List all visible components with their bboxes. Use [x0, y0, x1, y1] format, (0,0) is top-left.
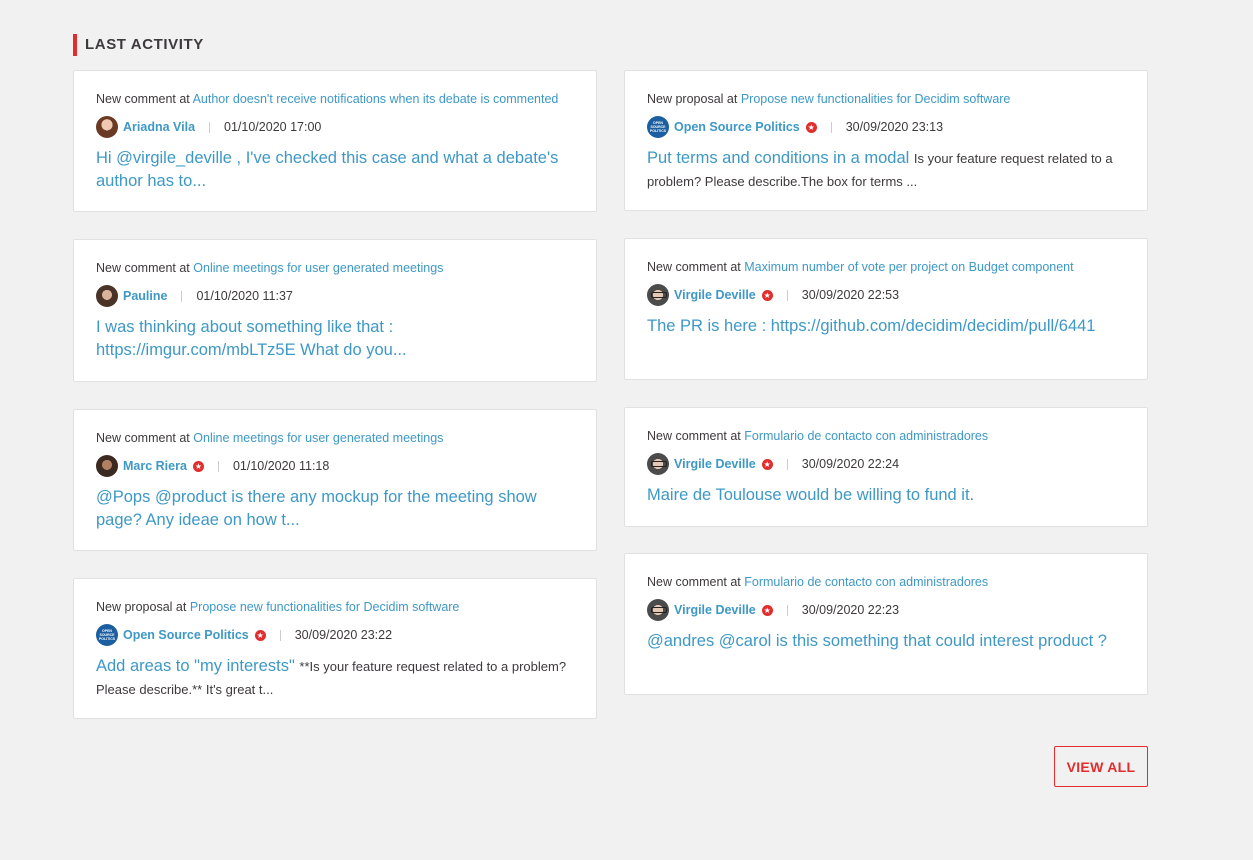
resource-link[interactable]: Propose new functionalities for Decidim … [741, 92, 1011, 106]
activity-type-label: New comment at [647, 575, 741, 589]
section-title: LAST ACTIVITY [73, 34, 204, 56]
activity-card: New proposal at Propose new functionalit… [624, 70, 1148, 211]
author-meta: OPEN SOURCE POLITICS Open Source Politic… [96, 623, 574, 647]
verified-badge-icon: ★ [761, 289, 773, 301]
activity-card: New comment at Maximum number of vote pe… [624, 238, 1148, 380]
view-all-button[interactable]: VIEW ALL [1054, 746, 1148, 787]
activity-type: New comment at Online meetings for user … [96, 260, 574, 276]
resource-link[interactable]: Online meetings for user generated meeti… [193, 431, 443, 445]
activity-card: New comment at Author doesn't receive no… [73, 70, 597, 212]
resource-link[interactable]: Propose new functionalities for Decidim … [190, 600, 460, 614]
verified-badge-icon: ★ [761, 604, 773, 616]
activity-type-label: New comment at [647, 429, 741, 443]
resource-link[interactable]: Author doesn't receive notifications whe… [193, 92, 559, 106]
avatar[interactable] [96, 455, 118, 477]
activity-type: New proposal at Propose new functionalit… [96, 599, 574, 615]
divider [209, 121, 211, 133]
verified-badge-icon: ★ [761, 458, 773, 470]
activity-title[interactable]: Add areas to "my interests" [96, 657, 295, 675]
author-name[interactable]: Virgile Deville [674, 288, 756, 302]
author-name[interactable]: Virgile Deville [674, 603, 756, 617]
activity-type: New comment at Formulario de contacto co… [647, 574, 1125, 590]
divider [786, 604, 788, 616]
author-meta: Pauline 01/10/2020 11:37 [96, 284, 574, 308]
activity-title: Hi @virgile_deville , I've checked this … [96, 149, 559, 190]
activity-date: 30/09/2020 23:13 [845, 120, 944, 134]
author-name[interactable]: Virgile Deville [674, 457, 756, 471]
activity-date: 01/10/2020 11:37 [196, 289, 293, 303]
activity-type: New comment at Author doesn't receive no… [96, 91, 574, 107]
activity-content-link[interactable]: Maire de Toulouse would be willing to fu… [647, 484, 1125, 507]
author-name[interactable]: Open Source Politics [674, 120, 800, 134]
activity-date: 30/09/2020 23:22 [294, 628, 393, 642]
activity-type: New comment at Formulario de contacto co… [647, 428, 1125, 444]
activity-title: @Pops @product is there any mockup for t… [96, 488, 537, 529]
verified-badge-icon: ★ [192, 460, 204, 472]
author-meta: Virgile Deville ★ 30/09/2020 22:23 [647, 598, 1125, 622]
verified-badge-icon: ★ [254, 629, 266, 641]
activity-type: New comment at Maximum number of vote pe… [647, 259, 1125, 275]
activity-date: 01/10/2020 11:18 [232, 459, 330, 473]
resource-link[interactable]: Maximum number of vote per project on Bu… [744, 260, 1073, 274]
activity-date: 30/09/2020 22:23 [801, 603, 900, 617]
activity-body: Add areas to "my interests" **Is your fe… [96, 655, 574, 701]
organization-logo-text: OPEN SOURCE POLITICS [649, 121, 667, 133]
activity-title: Maire de Toulouse would be willing to fu… [647, 486, 975, 504]
activity-type: New comment at Online meetings for user … [96, 430, 574, 446]
avatar[interactable] [647, 284, 669, 306]
author-meta: Virgile Deville ★ 30/09/2020 22:24 [647, 452, 1125, 476]
author-name[interactable]: Open Source Politics [123, 628, 249, 642]
author-name[interactable]: Pauline [123, 289, 167, 303]
activity-content-link[interactable]: I was thinking about something like that… [96, 316, 574, 362]
divider [830, 121, 832, 133]
activity-card: New proposal at Propose new functionalit… [73, 578, 597, 719]
activity-title[interactable]: Put terms and conditions in a modal [647, 149, 909, 167]
activity-type-label: New proposal at [647, 92, 738, 106]
divider [786, 458, 788, 470]
verified-badge-icon: ★ [805, 121, 817, 133]
activity-content-link[interactable]: The PR is here : https://github.com/deci… [647, 315, 1125, 338]
resource-link[interactable]: Formulario de contacto con administrador… [744, 429, 988, 443]
divider [279, 629, 281, 641]
organization-logo-text: OPEN SOURCE POLITICS [98, 629, 116, 641]
avatar[interactable] [647, 453, 669, 475]
divider [786, 289, 788, 301]
activity-type-label: New comment at [647, 260, 741, 274]
activity-date: 30/09/2020 22:53 [801, 288, 900, 302]
author-name[interactable]: Marc Riera [123, 459, 187, 473]
activity-card: New comment at Formulario de contacto co… [624, 553, 1148, 695]
avatar[interactable] [96, 285, 118, 307]
activity-type: New proposal at Propose new functionalit… [647, 91, 1125, 107]
activity-title: The PR is here : https://github.com/deci… [647, 317, 1096, 335]
activity-type-label: New comment at [96, 261, 190, 275]
author-meta: Marc Riera ★ 01/10/2020 11:18 [96, 454, 574, 478]
activity-type-label: New comment at [96, 431, 190, 445]
resource-link[interactable]: Online meetings for user generated meeti… [193, 261, 443, 275]
divider [181, 290, 183, 302]
author-meta: Virgile Deville ★ 30/09/2020 22:53 [647, 283, 1125, 307]
activity-body: Put terms and conditions in a modal Is y… [647, 147, 1125, 193]
activity-card: New comment at Online meetings for user … [73, 409, 597, 551]
activity-content-link[interactable]: @Pops @product is there any mockup for t… [96, 486, 574, 532]
activity-card: New comment at Formulario de contacto co… [624, 407, 1148, 527]
activity-content-link[interactable]: @andres @carol is this something that co… [647, 630, 1125, 653]
activity-title: I was thinking about something like that… [96, 318, 407, 359]
activity-card: New comment at Online meetings for user … [73, 239, 597, 382]
resource-link[interactable]: Formulario de contacto con administrador… [744, 575, 988, 589]
activity-date: 30/09/2020 22:24 [801, 457, 900, 471]
avatar[interactable] [647, 599, 669, 621]
avatar[interactable]: OPEN SOURCE POLITICS [647, 116, 669, 138]
activity-content-link[interactable]: Hi @virgile_deville , I've checked this … [96, 147, 574, 193]
activity-title: @andres @carol is this something that co… [647, 632, 1107, 650]
avatar[interactable]: OPEN SOURCE POLITICS [96, 624, 118, 646]
author-name[interactable]: Ariadna Vila [123, 120, 195, 134]
activity-date: 01/10/2020 17:00 [224, 120, 322, 134]
author-meta: Ariadna Vila 01/10/2020 17:00 [96, 115, 574, 139]
divider [217, 460, 219, 472]
activity-type-label: New comment at [96, 92, 190, 106]
avatar[interactable] [96, 116, 118, 138]
author-meta: OPEN SOURCE POLITICS Open Source Politic… [647, 115, 1125, 139]
activity-type-label: New proposal at [96, 600, 187, 614]
